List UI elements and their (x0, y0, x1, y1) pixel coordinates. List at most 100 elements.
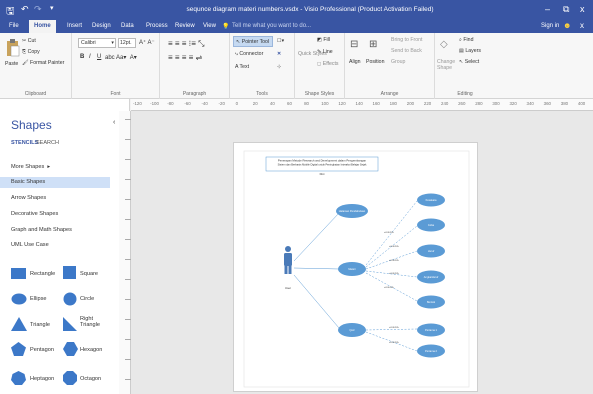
position-icon[interactable]: ⊞ (369, 39, 377, 50)
ruler-tick-mark (125, 179, 131, 180)
undo-icon[interactable]: ↶ (21, 4, 29, 15)
find-button[interactable]: ⌕ Find (459, 37, 473, 44)
bring-front-button[interactable]: Bring to Front (391, 37, 422, 43)
align-button[interactable]: Align (349, 59, 361, 65)
heptagon-shape-icon[interactable] (11, 371, 26, 385)
paragraph-group: ≡ ≡ ≡ ⁝≡ ⤡ ≡ ≡ ≡ ≡ ⇌ Paragraph (160, 33, 230, 99)
right-triangle-shape-icon[interactable] (63, 317, 77, 331)
align-icon[interactable]: ⊟ (350, 39, 358, 50)
ruler-tick-label: -100 (150, 101, 159, 106)
connector-button[interactable]: ⤷ Connector (235, 51, 263, 58)
square-shape-icon[interactable] (63, 266, 77, 280)
tab-insert[interactable]: Insert (67, 23, 82, 29)
tab-file[interactable]: File (9, 23, 19, 29)
pentagon-shape-icon[interactable] (11, 342, 26, 356)
copy-button[interactable]: ⎘ Copy (22, 49, 40, 56)
stencil-basic-shapes[interactable]: Basic Shapes (11, 179, 45, 185)
stencil-arrow-shapes[interactable]: Arrow Shapes (11, 195, 46, 201)
lightbulb-icon: 💡 (222, 24, 230, 30)
hexagon-shape-icon[interactable] (63, 342, 78, 356)
ribbon-close-icon[interactable]: x (580, 21, 584, 30)
format-painter-button[interactable]: 🖌 Format Painter (22, 60, 64, 66)
extend-label: «extend» (384, 286, 395, 289)
delete-connector-icon[interactable]: ✕ (277, 51, 281, 57)
underline-button[interactable]: U (97, 54, 101, 60)
fill-button[interactable]: ◩ Fill (317, 37, 330, 43)
redo-icon[interactable]: ↷ (34, 4, 42, 15)
ellipse-shape-icon[interactable] (11, 293, 27, 305)
ruler-tick-label: -120 (133, 101, 142, 106)
effects-button[interactable]: ◻ Effects (317, 61, 339, 67)
tab-review[interactable]: Review (175, 23, 195, 29)
actor-user[interactable] (284, 246, 292, 274)
rectangle-shape-icon[interactable] (11, 267, 27, 280)
tell-me-input[interactable]: Tell me what you want to do... (232, 23, 311, 29)
stencil-uml-use-case[interactable]: UML Use Case (11, 242, 49, 248)
paragraph-group-label: Paragraph (182, 91, 207, 97)
close-button[interactable]: x (580, 4, 585, 14)
ruler-tick-label: 340 (526, 101, 534, 106)
shapes-panel: Shapes ‹ STENCILS SEARCH More Shapes ▸ B… (0, 99, 130, 394)
stencil-decorative-shapes[interactable]: Decorative Shapes (11, 211, 58, 217)
smiley-icon[interactable]: ☻ (563, 21, 571, 30)
collapse-panel-icon[interactable]: ‹ (113, 119, 115, 126)
tab-home[interactable]: Home (29, 20, 56, 33)
paste-icon[interactable] (6, 39, 20, 57)
align-left-icon[interactable]: ≡ ≡ ≡ ≡ ⇌ (168, 53, 202, 62)
actor-label: User (285, 286, 291, 290)
triangle-label: Triangle (30, 322, 51, 328)
restore-button[interactable]: ⧉ (563, 4, 569, 15)
text-button[interactable]: A Text (235, 64, 249, 70)
more-shapes-item[interactable]: More Shapes ▸ (11, 164, 50, 170)
stencils-tab[interactable]: STENCILS (11, 140, 38, 146)
change-shape-button[interactable]: Change Shape (437, 59, 457, 71)
bold-button[interactable]: B (80, 54, 84, 60)
tab-data[interactable]: Data (121, 23, 134, 29)
ruler-tick-label: 140 (355, 101, 363, 106)
change-shape-icon[interactable]: ◇ (440, 39, 448, 50)
align-top-icon[interactable]: ≡ ≡ ≡ ⁝≡ ⤡ (168, 39, 205, 49)
cut-button[interactable]: ✂ Cut (22, 38, 36, 44)
association-line (293, 212, 340, 262)
select-label: Select (464, 59, 480, 65)
rectangle-tool-icon[interactable]: ☐▾ (277, 38, 284, 44)
paste-button[interactable]: Paste (5, 61, 18, 67)
tab-design[interactable]: Design (92, 23, 111, 29)
ruler-tick-label: 80 (304, 101, 309, 106)
font-size-select[interactable]: 12pt. (118, 38, 136, 48)
select-button[interactable]: ↖ Select (459, 59, 479, 65)
more-shapes-label: More Shapes (11, 164, 45, 170)
connection-point-icon[interactable]: ⊹ (277, 64, 281, 70)
usecase-label: Pertama 1 (425, 328, 438, 332)
pointer-tool-button[interactable]: ↖ Pointer Tool (233, 36, 273, 47)
italic-button[interactable]: I (89, 54, 91, 60)
line-button[interactable]: ✎ Line (317, 49, 333, 55)
pointer-text: Pointer Tool (241, 39, 270, 45)
octagon-shape-icon[interactable] (63, 371, 77, 385)
group-button[interactable]: Group (391, 59, 405, 65)
customize-qat-icon[interactable]: ▾ (50, 4, 54, 12)
tab-view[interactable]: View (203, 23, 216, 29)
shapes-panel-title: Shapes (11, 118, 52, 132)
layers-button[interactable]: ▤ Layers (459, 48, 481, 54)
font-name-select[interactable]: Calibri ▾ (78, 38, 116, 48)
save-icon[interactable]: 🖫 (6, 4, 15, 21)
minimize-button[interactable]: – (545, 4, 550, 14)
sign-in-link[interactable]: Sign in (541, 23, 559, 29)
diagram-title-line3: Dini (320, 172, 325, 176)
circle-shape-icon[interactable] (63, 292, 77, 306)
tab-process[interactable]: Process (146, 23, 168, 29)
association-line (293, 274, 340, 329)
strike-icon[interactable]: abc Aa▾ A▾ (105, 54, 137, 61)
triangle-shape-icon[interactable] (11, 317, 27, 331)
grow-font-icon[interactable]: A⁺ A⁻ (139, 39, 155, 46)
search-tab[interactable]: SEARCH (36, 140, 59, 146)
usecase-label: Materi (348, 267, 356, 271)
drawing-page[interactable]: Penerapan Metode Research and Developmen… (233, 142, 478, 392)
send-back-button[interactable]: Send to Back (391, 48, 422, 54)
vertical-ruler (119, 111, 131, 394)
tools-group: ↖ Pointer Tool ☐▾ ⤷ Connector ✕ A Text ⊹… (230, 33, 295, 99)
position-button[interactable]: Position (366, 59, 384, 65)
stencil-graph-math[interactable]: Graph and Math Shapes (11, 227, 72, 233)
connector-label: Connector (239, 51, 264, 57)
